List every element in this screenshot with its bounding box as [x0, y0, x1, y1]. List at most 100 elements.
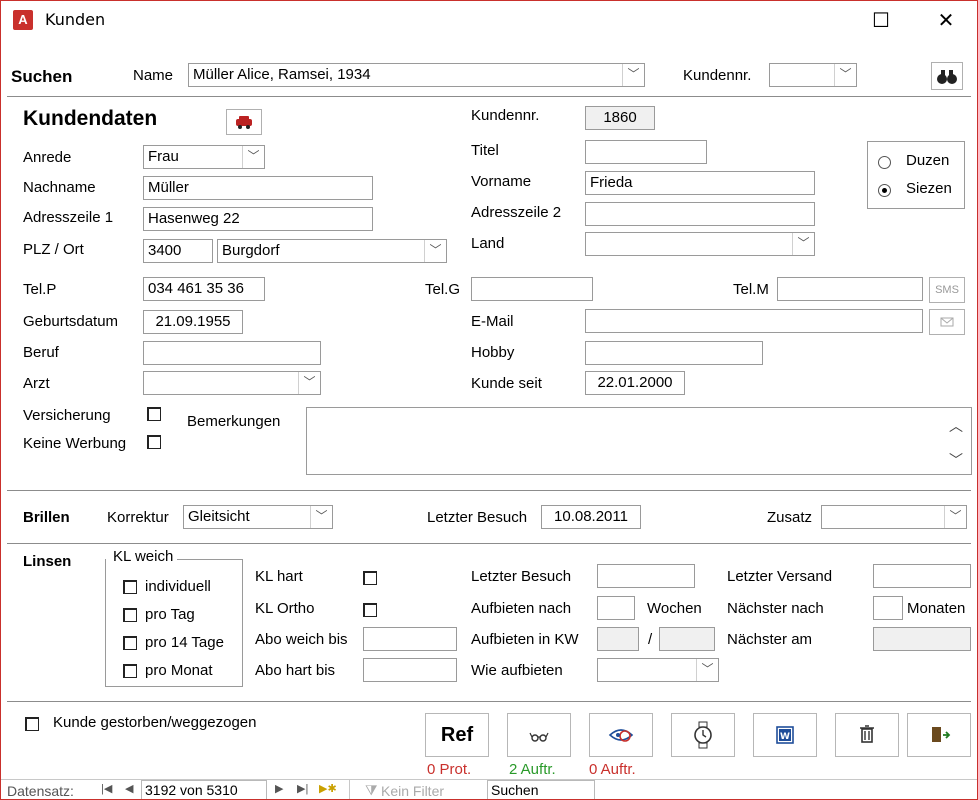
- adresszeile1-field[interactable]: Hasenweg 22: [143, 207, 373, 231]
- telg-field[interactable]: [471, 277, 593, 301]
- email-label: E-Mail: [471, 313, 514, 330]
- next-record-icon[interactable]: ▶: [275, 782, 283, 795]
- kundendaten-heading: Kundendaten: [23, 107, 158, 130]
- sms-button[interactable]: SMS: [929, 277, 965, 303]
- pro14-checkbox[interactable]: [123, 636, 137, 654]
- filter-status[interactable]: Kein Filter: [381, 783, 444, 799]
- search-kundennr-value: [770, 64, 834, 86]
- record-number-input[interactable]: 3192 von 5310: [141, 780, 267, 799]
- search-kundennr-combo[interactable]: ﹀: [769, 63, 857, 87]
- brillen-letzter-besuch-field[interactable]: 10.08.2011: [541, 505, 641, 529]
- delete-button[interactable]: [835, 713, 899, 757]
- protag-checkbox[interactable]: [123, 608, 137, 626]
- search-name-value: Müller Alice, Ramsei, 1934: [193, 66, 371, 83]
- arzt-value: [144, 372, 298, 394]
- chevron-down-icon[interactable]: ﹀: [792, 233, 814, 255]
- wie-aufbieten-combo[interactable]: ﹀: [597, 658, 719, 682]
- exit-button[interactable]: [907, 713, 971, 757]
- prot-count: 0 Prot.: [427, 761, 472, 778]
- nav-divider: [349, 780, 350, 799]
- plzort-label: PLZ / Ort: [23, 241, 84, 258]
- chevron-down-icon[interactable]: ﹀: [944, 506, 966, 528]
- previous-record-icon[interactable]: ◀: [125, 782, 133, 795]
- nav-search-input[interactable]: Suchen: [487, 780, 595, 799]
- chevron-down-icon[interactable]: ﹀: [310, 506, 332, 528]
- chevron-down-icon[interactable]: ﹀: [298, 372, 320, 394]
- chevron-down-icon[interactable]: ﹀: [424, 240, 446, 262]
- monaten-label: Monaten: [907, 600, 966, 617]
- scroll-down-icon[interactable]: ﹀: [949, 450, 963, 470]
- vorname-label: Vorname: [471, 173, 532, 190]
- abohart-field[interactable]: [363, 658, 457, 682]
- keinewerbung-checkbox[interactable]: [147, 435, 161, 453]
- aboweich-field[interactable]: [363, 627, 457, 651]
- telp-label: Tel.P: [23, 281, 57, 298]
- new-record-icon[interactable]: ▶✱: [319, 782, 337, 795]
- scroll-up-icon[interactable]: ︿: [949, 416, 963, 436]
- adresszeile2-field[interactable]: [585, 202, 815, 226]
- access-app-icon: A: [13, 10, 33, 30]
- adresszeile1-label: Adresszeile 1: [23, 209, 114, 226]
- geburtsdatum-field[interactable]: 21.09.1955: [143, 310, 243, 334]
- bemerkungen-textarea[interactable]: ︿ ﹀: [306, 407, 972, 475]
- car-button[interactable]: [226, 109, 262, 135]
- word-button[interactable]: W: [753, 713, 817, 757]
- arzt-combo[interactable]: ﹀: [143, 371, 321, 395]
- search-name-combo[interactable]: Müller Alice, Ramsei, 1934 ﹀: [188, 63, 645, 87]
- zusatz-combo[interactable]: ﹀: [821, 505, 967, 529]
- klhart-checkbox[interactable]: [363, 571, 377, 589]
- watch-button[interactable]: [671, 713, 735, 757]
- svg-text:W: W: [780, 732, 790, 742]
- anrede-combo[interactable]: Frau ﹀: [143, 145, 265, 169]
- linsen-auftrag-button[interactable]: [589, 713, 653, 757]
- titel-field[interactable]: [585, 140, 707, 164]
- first-record-icon[interactable]: |◀: [101, 782, 112, 795]
- watch-icon: [694, 721, 712, 749]
- versicherung-checkbox[interactable]: [147, 407, 161, 425]
- linsen-letzter-besuch-field[interactable]: [597, 564, 695, 588]
- plz-field[interactable]: 3400: [143, 239, 213, 263]
- keinewerbung-label: Keine Werbung: [23, 435, 127, 452]
- separator: [7, 543, 971, 544]
- maximize-button[interactable]: ☐: [861, 7, 901, 33]
- hobby-field[interactable]: [585, 341, 763, 365]
- chevron-down-icon[interactable]: ﹀: [622, 64, 644, 86]
- word-document-icon: W: [776, 726, 794, 744]
- chevron-down-icon[interactable]: ﹀: [242, 146, 264, 168]
- individuell-checkbox[interactable]: [123, 580, 137, 598]
- promonat-checkbox[interactable]: [123, 664, 137, 682]
- search-button[interactable]: [931, 62, 963, 90]
- korrektur-combo[interactable]: Gleitsicht ﹀: [183, 505, 333, 529]
- kundeseit-field[interactable]: 22.01.2000: [585, 371, 685, 395]
- siezen-radio[interactable]: [878, 184, 891, 201]
- chevron-down-icon[interactable]: ﹀: [696, 659, 718, 681]
- duzen-radio[interactable]: [878, 156, 891, 173]
- land-combo[interactable]: ﹀: [585, 232, 815, 256]
- chevron-down-icon[interactable]: ﹀: [834, 64, 856, 86]
- vorname-field[interactable]: Frieda: [585, 171, 815, 195]
- search-kundennr-label: Kundennr.: [683, 67, 752, 84]
- anrede-form-group: Duzen Siezen: [867, 141, 965, 209]
- letzter-versand-field[interactable]: [873, 564, 971, 588]
- ref-button[interactable]: Ref: [425, 713, 489, 757]
- aufbieten-nach-field[interactable]: [597, 596, 635, 620]
- wie-aufbieten-label: Wie aufbieten: [471, 662, 563, 679]
- close-button[interactable]: ✕: [926, 7, 966, 33]
- email-field[interactable]: [585, 309, 923, 333]
- email-button[interactable]: [929, 309, 965, 335]
- kunden-window: A Kunden ☐ ✕ Suchen Name Müller Alice, R…: [0, 0, 978, 800]
- telp-field[interactable]: 034 461 35 36: [143, 277, 265, 301]
- ort-combo[interactable]: Burgdorf ﹀: [217, 239, 447, 263]
- gestorben-checkbox[interactable]: [25, 717, 39, 735]
- exit-door-icon: [932, 727, 951, 742]
- brillen-auftrag-button[interactable]: [507, 713, 571, 757]
- telm-field[interactable]: [777, 277, 923, 301]
- beruf-field[interactable]: [143, 341, 321, 365]
- klhart-label: KL hart: [255, 568, 303, 585]
- siezen-label: Siezen: [906, 180, 952, 197]
- nachname-field[interactable]: Müller: [143, 176, 373, 200]
- klortho-checkbox[interactable]: [363, 603, 377, 621]
- last-record-icon[interactable]: ▶|: [297, 782, 308, 795]
- naechster-nach-field[interactable]: [873, 596, 903, 620]
- brillen-heading: Brillen: [23, 509, 70, 526]
